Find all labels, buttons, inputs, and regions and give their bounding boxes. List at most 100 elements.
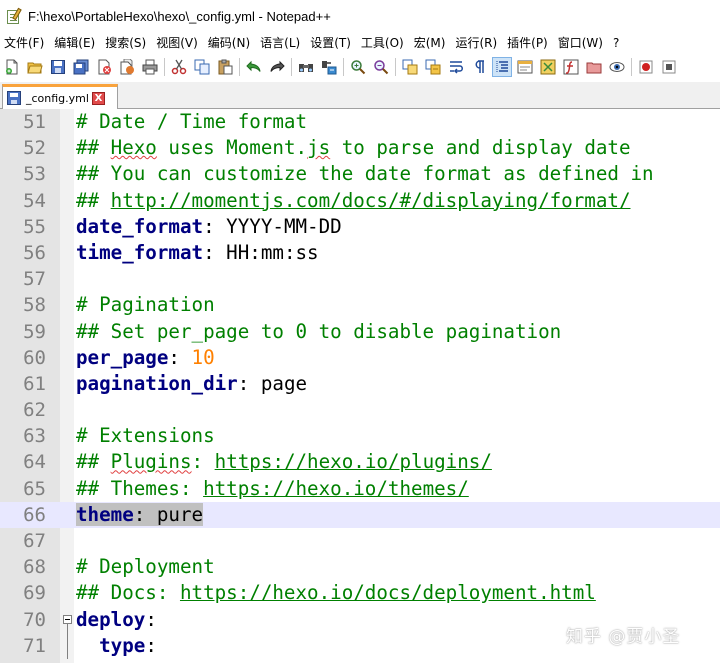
code-token: # Date / Time format xyxy=(76,110,308,133)
zoom-in-icon[interactable] xyxy=(348,57,368,77)
undo-icon[interactable] xyxy=(244,57,264,77)
line-code: ## Docs: https://hexo.io/docs/deployment… xyxy=(76,580,596,606)
line-code: ## Plugins: https://hexo.io/plugins/ xyxy=(76,449,492,475)
code-line[interactable]: 68 # Deployment xyxy=(0,554,720,580)
menu-settings[interactable]: 设置(T) xyxy=(305,32,356,54)
code-line[interactable]: 58 # Pagination xyxy=(0,292,720,318)
menu-search[interactable]: 搜索(S) xyxy=(100,32,151,54)
line-number: 62 xyxy=(23,399,46,422)
fold-guide xyxy=(67,632,68,659)
code-line[interactable]: 53 ## You can customize the date format a… xyxy=(0,161,720,187)
line-number: 63 xyxy=(23,425,46,448)
code-token: https://hexo.io/docs/deployment.html xyxy=(179,581,596,605)
tab-close-button[interactable]: X xyxy=(91,91,105,105)
code-token: deploy xyxy=(76,607,146,631)
code-line[interactable]: 66 theme: pure xyxy=(0,501,720,528)
code-token: : xyxy=(168,345,192,369)
fold-toggle-icon[interactable] xyxy=(63,614,72,624)
redo-icon[interactable] xyxy=(267,57,287,77)
line-number: 69 xyxy=(23,582,46,605)
line-number: 51 xyxy=(23,111,46,133)
menu-view[interactable]: 视图(V) xyxy=(151,32,203,54)
line-code: pagination_dir: page xyxy=(76,371,307,397)
code-line[interactable]: 51 # Date / Time format xyxy=(0,109,720,135)
code-line[interactable]: 55 date_format: YYYY-MM-DD xyxy=(0,214,720,240)
user-language-icon[interactable] xyxy=(515,57,535,77)
toolbar-separator xyxy=(343,57,344,76)
menu-language[interactable]: 语言(L) xyxy=(255,32,305,54)
code-token: : xyxy=(145,607,157,631)
word-wrap-icon[interactable] xyxy=(446,57,466,77)
code-token: type xyxy=(99,633,146,657)
print-icon[interactable] xyxy=(140,57,160,77)
paste-icon[interactable] xyxy=(215,57,235,77)
menu-tools[interactable]: 工具(O) xyxy=(356,32,409,54)
folder-workspace-icon[interactable] xyxy=(584,57,604,77)
line-number: 70 xyxy=(23,608,46,631)
monitoring-icon[interactable] xyxy=(607,57,627,77)
tab-bar: _config.yml X xyxy=(0,82,720,109)
menu-macro[interactable]: 宏(M) xyxy=(409,32,451,54)
code-line[interactable]: 52 ## Hexo uses Moment.js to parse and di… xyxy=(0,135,720,161)
line-code: # Extensions xyxy=(76,423,215,449)
find-icon[interactable] xyxy=(296,57,316,77)
copy-icon[interactable] xyxy=(192,57,212,77)
line-number: 64 xyxy=(23,451,46,474)
code-line[interactable]: 63 # Extensions xyxy=(0,423,720,449)
close-all-icon[interactable] xyxy=(117,57,137,77)
editor-area[interactable]: 51 # Date / Time format 52 ## Hexo uses Mom… xyxy=(0,109,720,663)
line-code: ## Set per_page to 0 to disable paginati… xyxy=(76,319,561,345)
save-all-icon[interactable] xyxy=(71,57,91,77)
stop-macro-icon[interactable] xyxy=(659,57,679,77)
code-line[interactable]: 69 ## Docs: https://hexo.io/docs/deployme… xyxy=(0,580,720,606)
code-line[interactable]: 61 pagination_dir: page xyxy=(0,371,720,397)
sync-vertical-icon[interactable] xyxy=(400,57,420,77)
code-line[interactable]: 62 xyxy=(0,397,720,423)
code-line[interactable]: 54 ## http://momentjs.com/docs/#/displayi… xyxy=(0,188,720,214)
indent-guide-icon[interactable] xyxy=(492,56,512,77)
code-token: : YYYY-MM-DD xyxy=(203,214,342,238)
sync-horizontal-icon[interactable] xyxy=(423,57,443,77)
save-icon[interactable] xyxy=(48,57,68,77)
line-code: # Deployment xyxy=(76,554,215,580)
menu-run[interactable]: 运行(R) xyxy=(450,32,502,54)
function-list-icon[interactable] xyxy=(561,57,581,77)
code-token: ## Set per_page to 0 to disable paginati… xyxy=(76,319,562,343)
code-token: # Pagination xyxy=(76,293,215,317)
menu-encoding[interactable]: 编码(N) xyxy=(203,32,255,54)
line-code: ## http://momentjs.com/docs/#/displaying… xyxy=(76,188,631,214)
line-number: 57 xyxy=(23,268,46,291)
code-token: js xyxy=(307,136,331,160)
code-line[interactable]: 56 time_format: HH:mm:ss xyxy=(0,240,720,266)
line-code: # Date / Time format xyxy=(76,109,307,135)
code-line[interactable]: 65 ## Themes: https://hexo.io/themes/ xyxy=(0,476,720,502)
tab-config-yml[interactable]: _config.yml X xyxy=(2,84,118,109)
line-number: 59 xyxy=(23,320,46,343)
record-macro-icon[interactable] xyxy=(636,57,656,77)
show-all-chars-icon[interactable] xyxy=(469,57,489,77)
code-token: ## xyxy=(76,136,111,160)
code-line[interactable]: 57 xyxy=(0,266,720,292)
cut-icon[interactable] xyxy=(169,57,189,77)
zoom-out-icon[interactable] xyxy=(371,57,391,77)
line-number: 52 xyxy=(23,137,46,160)
menu-file[interactable]: 文件(F) xyxy=(0,32,49,54)
open-file-icon[interactable] xyxy=(25,57,45,77)
menu-window[interactable]: 窗口(W) xyxy=(553,32,608,54)
replace-icon[interactable] xyxy=(319,57,339,77)
menu-edit[interactable]: 编辑(E) xyxy=(49,32,100,54)
new-file-icon[interactable] xyxy=(2,57,22,77)
line-number: 58 xyxy=(23,294,46,317)
close-icon[interactable] xyxy=(94,57,114,77)
code-token: date_format xyxy=(76,214,204,238)
code-line[interactable]: 67 xyxy=(0,528,720,554)
code-token: per_page xyxy=(76,345,169,369)
code-line[interactable]: 60 per_page: 10 xyxy=(0,345,720,371)
doc-map-icon[interactable] xyxy=(538,57,558,77)
menu-help[interactable]: ? xyxy=(608,32,624,54)
menu-plugins[interactable]: 插件(P) xyxy=(502,32,553,54)
code-token: ## Docs: xyxy=(76,581,180,605)
code-line[interactable]: 59 ## Set per_page to 0 to disable pagina… xyxy=(0,319,720,345)
code-line[interactable]: 64 ## Plugins: https://hexo.io/plugins/ xyxy=(0,449,720,475)
